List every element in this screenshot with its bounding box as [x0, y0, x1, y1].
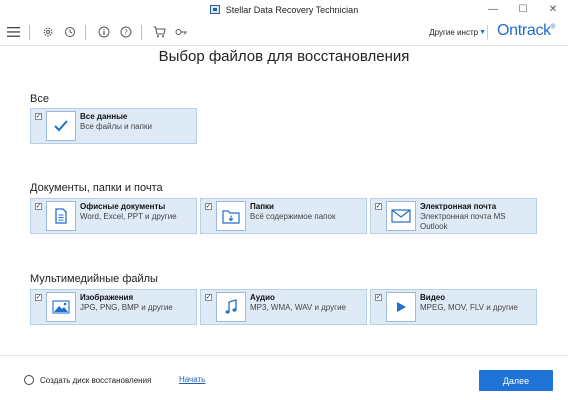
hamburger-menu-icon[interactable]: [5, 24, 22, 41]
brand-divider: [487, 25, 488, 40]
chevron-down-icon: ▼: [479, 29, 486, 36]
checkmark-icon: [46, 111, 76, 141]
image-icon: [46, 292, 76, 322]
music-note-icon: [216, 292, 246, 322]
brand-name: Ontrack: [496, 22, 551, 39]
card-description: MP3, WMA, WAV и другие: [250, 303, 346, 312]
info-icon[interactable]: [95, 24, 112, 41]
card-label: Папки: [250, 202, 274, 211]
toolbar-divider: [85, 24, 86, 40]
card-label: Все данные: [80, 112, 128, 121]
card-office-documents[interactable]: ✓ Офисные документы Word, Excel, PPT и д…: [30, 198, 197, 234]
create-recovery-disk-label: Создать диск восстановления: [40, 375, 152, 385]
folder-icon: [216, 201, 246, 231]
cart-icon[interactable]: [151, 24, 168, 41]
section-title-documents: Документы, папки и почта: [30, 182, 163, 194]
card-label: Электронная почта: [420, 202, 497, 211]
email-icon: [386, 201, 416, 231]
document-icon: [46, 201, 76, 231]
checkbox-audio[interactable]: ✓: [205, 294, 212, 301]
footer: Создать диск восстановления Начать Далее: [0, 355, 568, 400]
window-controls: — ☐ ✕: [478, 0, 568, 19]
language-dropdown[interactable]: Другие инстр ▼: [429, 28, 486, 37]
card-images[interactable]: ✓ Изображения JPG, PNG, BMP и другие: [30, 289, 197, 325]
card-description: JPG, PNG, BMP и другие: [80, 303, 173, 312]
gear-icon[interactable]: [39, 24, 56, 41]
play-icon: [386, 292, 416, 322]
create-recovery-disk-button[interactable]: Создать диск восстановления: [24, 375, 151, 385]
section-title-all: Все: [30, 93, 49, 105]
window-title: Stellar Data Recovery Technician: [225, 4, 359, 15]
app-icon: [209, 5, 220, 14]
next-button[interactable]: Далее: [479, 370, 553, 391]
minimize-button[interactable]: —: [478, 0, 508, 19]
card-description: Word, Excel, PPT и другие: [80, 212, 177, 221]
card-folders[interactable]: ✓ Папки Всё содержимое папок: [200, 198, 367, 234]
key-icon[interactable]: [173, 24, 190, 41]
maximize-button[interactable]: ☐: [508, 0, 538, 19]
checkbox-email[interactable]: ✓: [375, 203, 382, 210]
language-label: Другие инстр: [429, 28, 479, 37]
help-icon[interactable]: ?: [117, 24, 134, 41]
card-email[interactable]: ✓ Электронная почта Электронная почта MS…: [370, 198, 537, 234]
section-title-multimedia: Мультимедийные файлы: [30, 273, 158, 285]
page-title: Выбор файлов для восстановления: [158, 48, 410, 65]
card-description: MPEG, MOV, FLV и другие: [420, 303, 518, 312]
checkbox-office-documents[interactable]: ✓: [35, 203, 42, 210]
checkbox-images[interactable]: ✓: [35, 294, 42, 301]
checkbox-all-data[interactable]: ✓: [35, 113, 42, 120]
toolbar: ? Другие инстр ▼ Ontrack®: [0, 19, 568, 46]
checkbox-video[interactable]: ✓: [375, 294, 382, 301]
brand-mark: ®: [550, 24, 555, 31]
card-label: Видео: [420, 293, 446, 302]
card-label: Офисные документы: [80, 202, 166, 211]
card-video[interactable]: ✓ Видео MPEG, MOV, FLV и другие: [370, 289, 537, 325]
card-label: Аудио: [250, 293, 275, 302]
close-button[interactable]: ✕: [538, 0, 568, 19]
toolbar-divider: [29, 24, 30, 40]
card-label: Изображения: [80, 293, 134, 302]
svg-text:?: ?: [124, 29, 128, 37]
brand-logo: Ontrack®: [497, 22, 555, 40]
toolbar-divider: [141, 24, 142, 40]
card-description: Все файлы и папки: [80, 122, 152, 131]
checkbox-folders[interactable]: ✓: [205, 203, 212, 210]
history-icon[interactable]: [61, 24, 78, 41]
title-bar: Stellar Data Recovery Technician — ☐ ✕: [0, 0, 568, 19]
card-all-data[interactable]: ✓ Все данные Все файлы и папки: [30, 108, 197, 144]
card-description: Электронная почта MS Outlook: [420, 212, 506, 231]
card-description: Всё содержимое папок: [250, 212, 336, 221]
card-audio[interactable]: ✓ Аудио MP3, WMA, WAV и другие: [200, 289, 367, 325]
start-link[interactable]: Начать: [179, 375, 205, 384]
recovery-disk-icon: [24, 375, 34, 385]
